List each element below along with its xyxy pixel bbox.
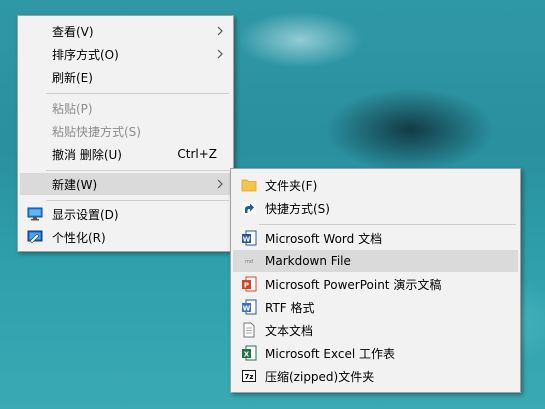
svg-text:W: W [243, 236, 251, 244]
new-submenu: 文件夹(F) 快捷方式(S) W Microsoft Word 文档 md Ma… [230, 168, 521, 393]
menu-item-display-settings-label: 显示设置(D) [52, 207, 119, 222]
new-zip-label: 压缩(zipped)文件夹 [265, 369, 375, 384]
powerpoint-icon: P [242, 276, 257, 292]
excel-icon: X [242, 345, 257, 361]
svg-text:7z: 7z [245, 373, 254, 381]
personalize-icon [27, 230, 43, 244]
new-powerpoint-label: Microsoft PowerPoint 演示文稿 [265, 277, 442, 292]
chevron-right-icon [217, 49, 223, 59]
new-rtf-label: RTF 格式 [265, 300, 315, 315]
menu-item-paste-label: 粘贴(P) [52, 101, 93, 116]
new-excel-item[interactable]: X Microsoft Excel 工作表 [233, 342, 518, 364]
new-shortcut-item[interactable]: 快捷方式(S) [233, 197, 518, 219]
menu-item-undo-delete[interactable]: 撤消 删除(U) Ctrl+Z [20, 143, 231, 165]
new-powerpoint-item[interactable]: P Microsoft PowerPoint 演示文稿 [233, 273, 518, 295]
new-text-item[interactable]: 文本文档 [233, 319, 518, 341]
menu-item-new[interactable]: 新建(W) [20, 173, 231, 195]
new-text-label: 文本文档 [265, 323, 314, 338]
menu-separator [259, 224, 516, 225]
menu-item-refresh-label: 刷新(E) [52, 70, 93, 85]
menu-item-sort[interactable]: 排序方式(O) [20, 43, 231, 65]
7zip-icon: 7z [242, 370, 256, 382]
menu-item-personalize[interactable]: 个性化(R) [20, 226, 231, 248]
menu-item-new-label: 新建(W) [52, 177, 98, 192]
menu-item-paste-shortcut-label: 粘贴快捷方式(S) [52, 124, 141, 139]
menu-separator [46, 200, 229, 201]
chevron-right-icon [217, 179, 223, 189]
markdown-icon: md [245, 259, 253, 265]
menu-item-sort-label: 排序方式(O) [52, 47, 119, 62]
menu-separator [46, 170, 229, 171]
new-excel-label: Microsoft Excel 工作表 [265, 346, 396, 361]
menu-item-paste-shortcut[interactable]: 粘贴快捷方式(S) [20, 120, 231, 142]
new-word-item[interactable]: W Microsoft Word 文档 [233, 227, 518, 249]
new-folder-label: 文件夹(F) [265, 178, 318, 193]
text-doc-icon [243, 322, 255, 338]
new-markdown-label: Markdown File [265, 254, 351, 268]
menu-item-refresh[interactable]: 刷新(E) [20, 66, 231, 88]
menu-separator [46, 93, 229, 94]
monitor-icon [27, 207, 43, 221]
menu-item-view-label: 查看(V) [52, 24, 94, 39]
svg-text:P: P [244, 282, 249, 290]
new-markdown-item[interactable]: md Markdown File [233, 250, 518, 272]
chevron-right-icon [217, 26, 223, 36]
folder-icon [241, 179, 257, 192]
menu-item-paste[interactable]: 粘贴(P) [20, 97, 231, 119]
menu-item-view[interactable]: 查看(V) [20, 20, 231, 42]
new-zip-item[interactable]: 7z 压缩(zipped)文件夹 [233, 365, 518, 387]
new-shortcut-label: 快捷方式(S) [265, 201, 330, 216]
shortcut-arrow-icon [242, 201, 256, 215]
svg-text:W: W [243, 305, 251, 313]
desktop-context-menu: 查看(V) 排序方式(O) 刷新(E) 粘贴(P) 粘贴快捷方式(S) 撤消 删… [17, 15, 234, 252]
menu-item-display-settings[interactable]: 显示设置(D) [20, 203, 231, 225]
menu-item-undo-delete-label: 撤消 删除(U) [52, 147, 122, 162]
rtf-doc-icon: W [242, 299, 257, 315]
svg-text:md: md [245, 259, 253, 265]
word-doc-icon: W [242, 230, 257, 246]
shortcut-text: Ctrl+Z [177, 147, 217, 161]
menu-item-personalize-label: 个性化(R) [52, 230, 106, 245]
new-rtf-item[interactable]: W RTF 格式 [233, 296, 518, 318]
new-word-label: Microsoft Word 文档 [265, 231, 383, 246]
new-folder-item[interactable]: 文件夹(F) [233, 174, 518, 196]
svg-text:X: X [244, 351, 250, 359]
